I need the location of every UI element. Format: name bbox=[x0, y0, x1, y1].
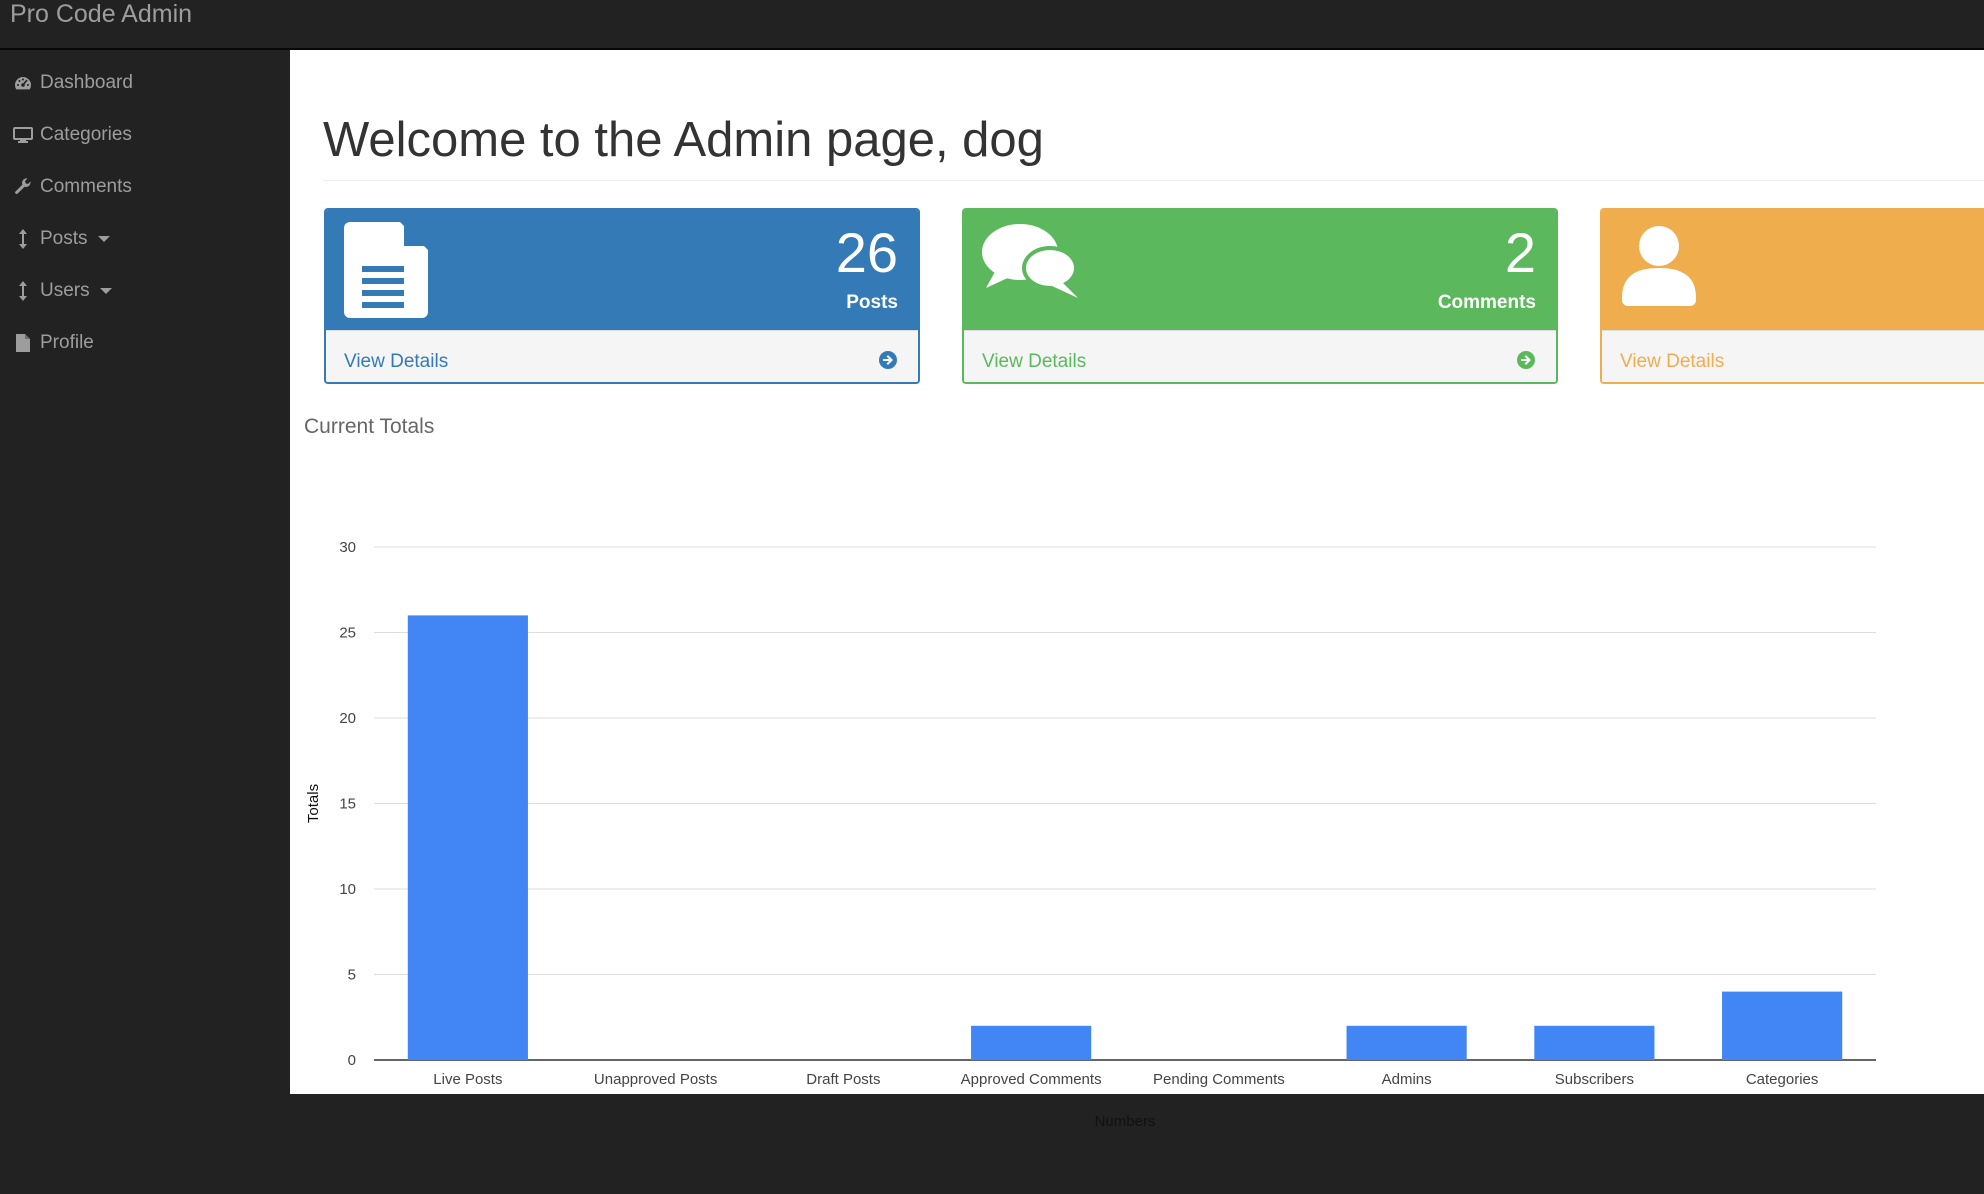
main-content: Welcome to the Admin page, dog 26 Posts … bbox=[290, 50, 1984, 1130]
chart-svg: 0 5 10 15 20 25 30 Live Posts Unapproved Posts Dr… bbox=[305, 539, 1876, 1130]
arrow-circle-right-icon bbox=[1516, 350, 1538, 372]
y-tick-label: 15 bbox=[339, 796, 356, 813]
sidebar-item-label: Posts bbox=[40, 228, 88, 249]
sidebar-item-label: Dashboard bbox=[40, 72, 133, 93]
posts-panel: 26 Posts View Details bbox=[324, 208, 920, 384]
brand-link[interactable]: Pro Code Admin bbox=[10, 0, 192, 28]
comments-panel: 2 Comments View Details bbox=[962, 208, 1558, 384]
comments-label: Comments bbox=[1437, 292, 1536, 313]
bar bbox=[971, 1025, 1092, 1060]
y-tick-label: 25 bbox=[339, 625, 356, 642]
bar bbox=[1346, 1025, 1467, 1060]
file-text-icon bbox=[344, 222, 428, 323]
x-tick-label: Subscribers bbox=[1555, 1071, 1634, 1088]
page-title: Welcome to the Admin page, dog bbox=[323, 113, 1044, 167]
view-details-text: View Details bbox=[1620, 351, 1725, 372]
y-tick-label: 0 bbox=[348, 1052, 356, 1069]
x-axis-label: Numbers bbox=[1095, 1113, 1156, 1130]
view-details-link[interactable]: View Details bbox=[326, 330, 918, 382]
arrow-circle-right-icon bbox=[878, 350, 900, 372]
arrows-vertical-icon bbox=[12, 228, 34, 250]
x-tick-label: Unapproved Posts bbox=[594, 1071, 717, 1088]
view-details-link[interactable]: View Details bbox=[1602, 330, 1984, 382]
sidebar-item-users[interactable]: Users bbox=[0, 266, 290, 316]
x-tick-label: Categories bbox=[1746, 1071, 1819, 1088]
posts-count: 26 bbox=[835, 221, 898, 284]
sidebar-item-label: Categories bbox=[40, 124, 132, 145]
x-tick-label: Admins bbox=[1382, 1071, 1432, 1088]
y-tick-label: 30 bbox=[339, 539, 356, 556]
sidebar-item-posts[interactable]: Posts bbox=[0, 214, 290, 264]
sidebar-item-label: Comments bbox=[40, 176, 132, 197]
desktop-icon bbox=[12, 124, 34, 146]
sidebar-item-categories[interactable]: Categories bbox=[0, 110, 290, 160]
comments-icon bbox=[982, 222, 1082, 311]
caret-down-icon bbox=[99, 288, 112, 294]
y-tick-label: 10 bbox=[339, 881, 356, 898]
chart-heading: Current Totals bbox=[304, 415, 435, 438]
view-details-text: View Details bbox=[344, 351, 449, 372]
dashboard-icon bbox=[12, 72, 34, 94]
x-tick-label: Approved Comments bbox=[961, 1071, 1102, 1088]
view-details-text: View Details bbox=[982, 351, 1087, 372]
sidebar-item-dashboard[interactable]: Dashboard bbox=[0, 58, 290, 108]
caret-down-icon bbox=[97, 236, 110, 242]
posts-label: Posts bbox=[846, 292, 898, 313]
sidebar: Dashboard Categories Comments Posts User… bbox=[0, 50, 290, 1094]
comments-count: 2 bbox=[1504, 221, 1536, 284]
sidebar-item-label: Users bbox=[40, 280, 90, 301]
x-tick-label: Pending Comments bbox=[1153, 1071, 1285, 1088]
x-tick-label: Live Posts bbox=[433, 1071, 502, 1088]
bar bbox=[1722, 991, 1843, 1060]
y-axis-label: Totals bbox=[305, 784, 322, 823]
sidebar-item-profile[interactable]: Profile bbox=[0, 318, 290, 368]
bar-chart: 0 5 10 15 20 25 30 Live Posts Unapproved Posts Dr… bbox=[290, 460, 1984, 1140]
view-details-link[interactable]: View Details bbox=[964, 330, 1556, 382]
file-icon bbox=[12, 332, 34, 354]
y-tick-label: 5 bbox=[348, 967, 356, 984]
bar bbox=[407, 615, 528, 1060]
user-icon bbox=[1622, 226, 1696, 311]
y-tick-label: 20 bbox=[339, 710, 356, 727]
bar bbox=[1534, 1025, 1655, 1060]
panel-heading: 2 Comments bbox=[964, 210, 1556, 330]
x-tick-label: Draft Posts bbox=[806, 1071, 880, 1088]
sidebar-item-comments[interactable]: Comments bbox=[0, 162, 290, 212]
wrench-icon bbox=[12, 176, 34, 198]
arrows-vertical-icon bbox=[12, 280, 34, 302]
sidebar-item-label: Profile bbox=[40, 332, 94, 353]
top-navbar: Pro Code Admin bbox=[0, 0, 1984, 50]
panel-heading bbox=[1602, 210, 1984, 330]
title-divider bbox=[323, 180, 1984, 181]
users-panel: View Details bbox=[1600, 208, 1984, 384]
panel-heading: 26 Posts bbox=[326, 210, 918, 330]
